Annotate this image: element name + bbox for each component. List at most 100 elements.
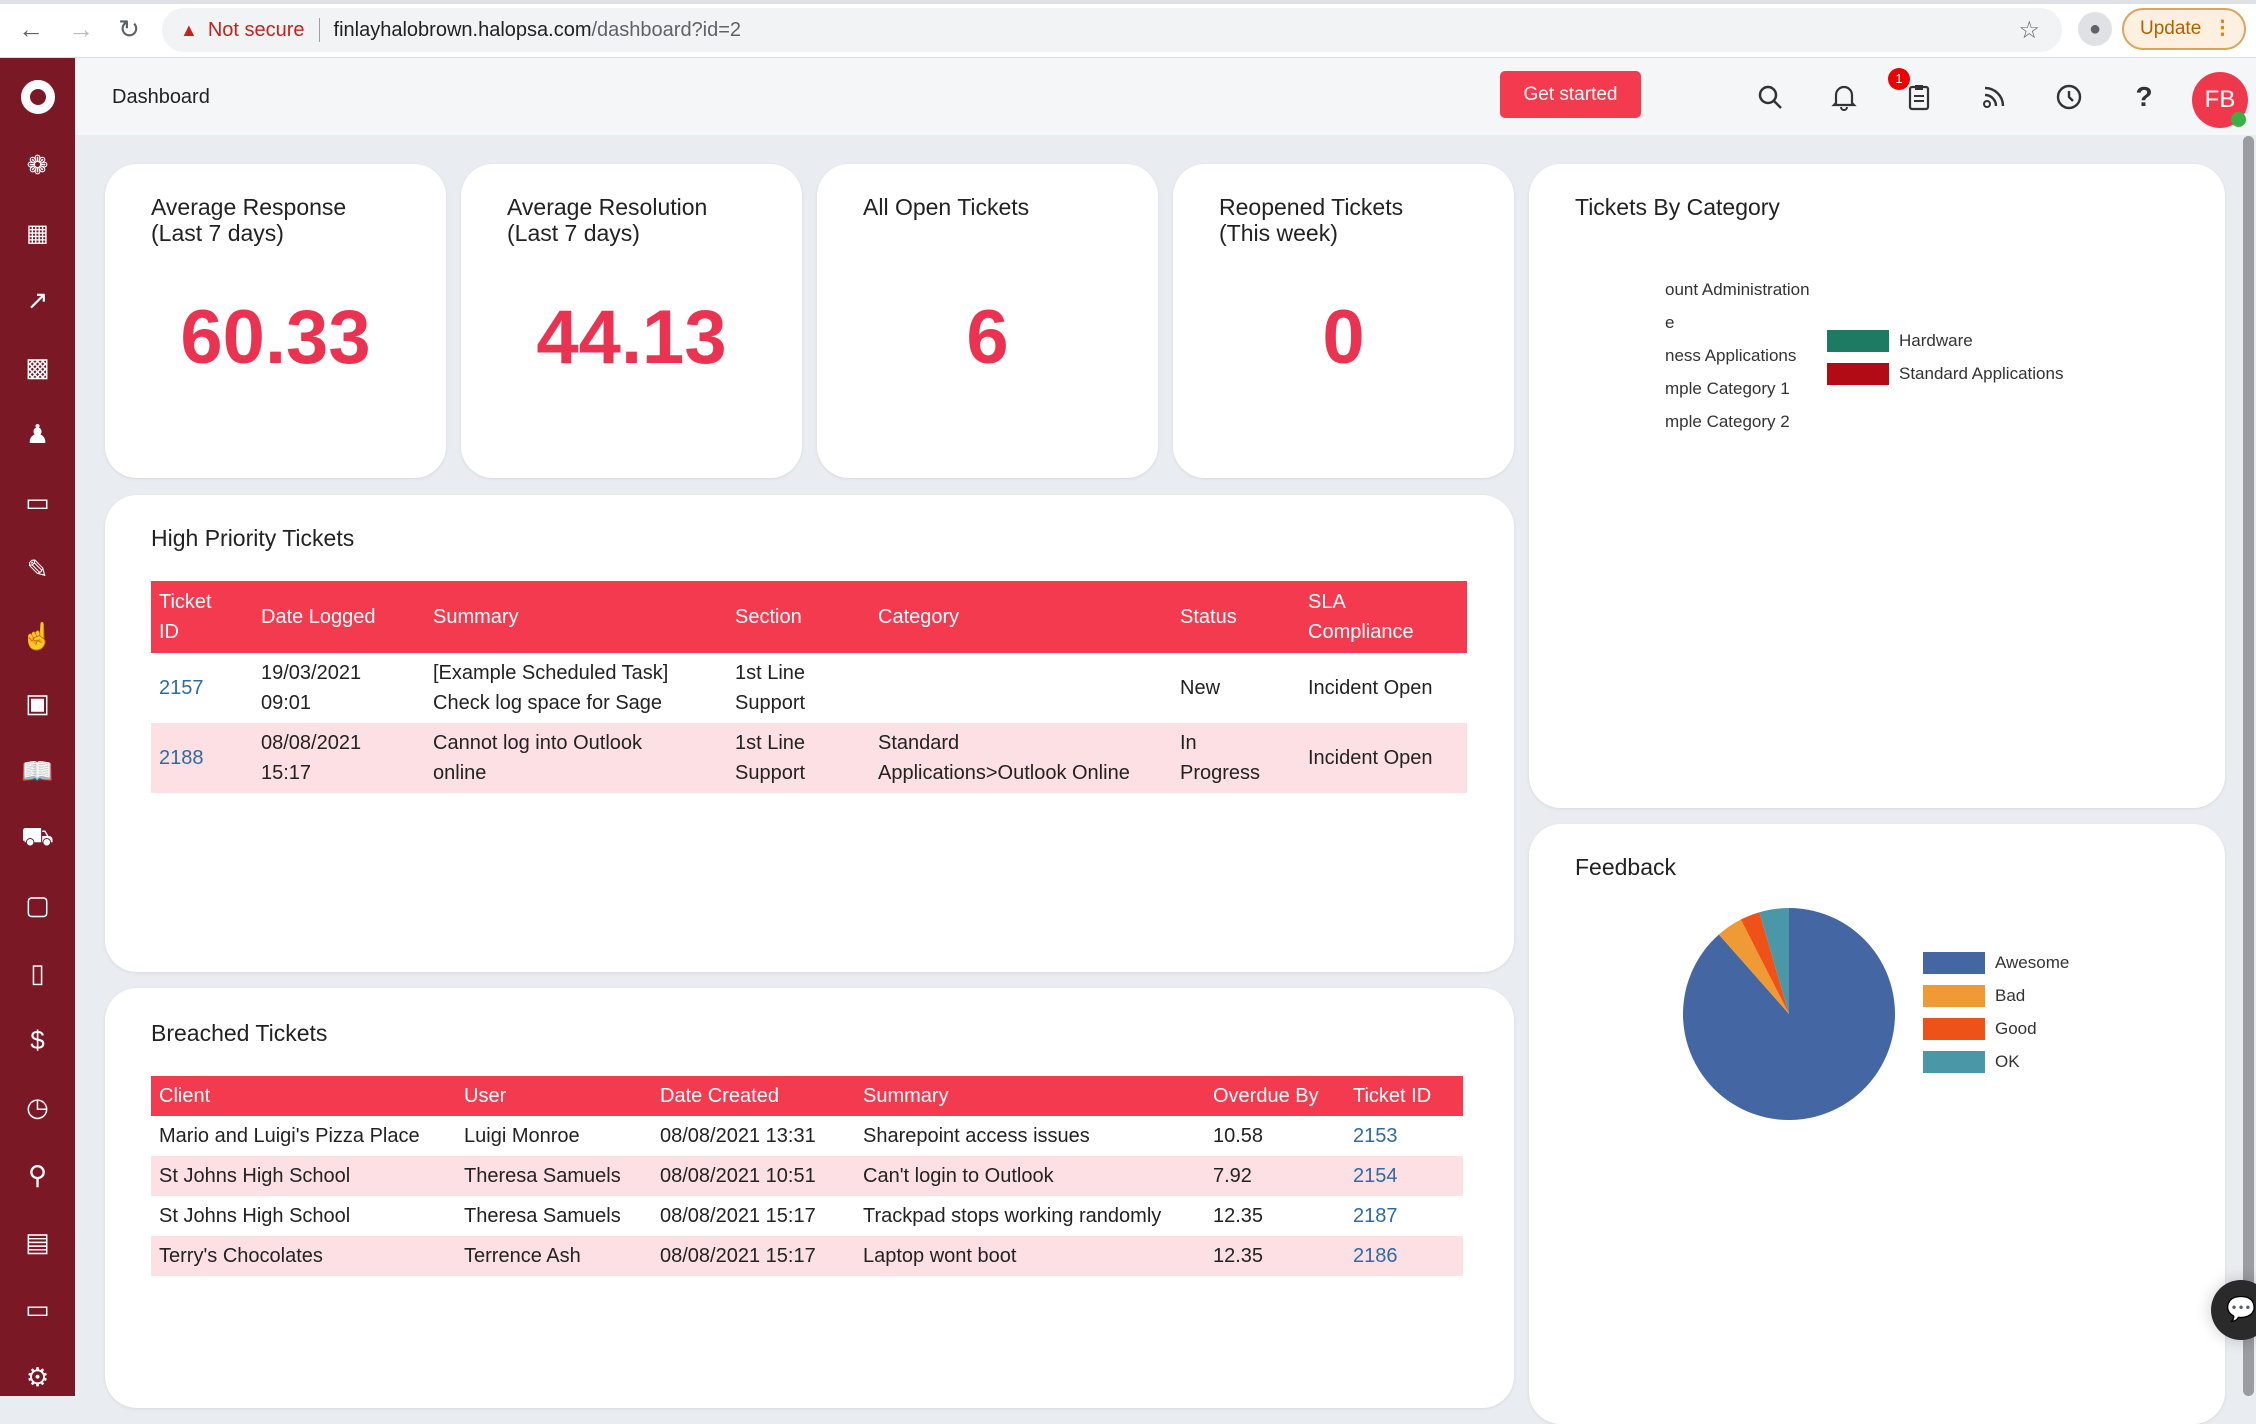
ticket-link[interactable]: 2157	[159, 677, 204, 699]
legend-swatch	[1923, 985, 1985, 1007]
sidebar-item-organisation[interactable]: ▦	[0, 208, 75, 258]
get-started-button[interactable]: Get started	[1500, 71, 1641, 118]
legend-label: Bad	[1995, 986, 2026, 1005]
stat-title-line1: All Open Tickets	[863, 194, 1030, 220]
legend-item-ok[interactable]: OK	[1923, 1051, 2020, 1073]
legend-label: Standard Applications	[1899, 364, 2064, 383]
thumbs-up-icon: ☝	[21, 620, 54, 651]
security-label: Not secure	[207, 18, 305, 41]
column-header[interactable]: SLA Compliance	[1300, 581, 1467, 653]
legend-item-bad[interactable]: Bad	[1923, 985, 2025, 1007]
cell-date: 08/08/2021 10:51	[652, 1156, 855, 1196]
laptop-icon: ▭	[25, 486, 50, 517]
column-header[interactable]: Section	[727, 581, 870, 653]
legend-item-standard-applications[interactable]: Standard Applications	[1827, 363, 2063, 385]
column-header[interactable]: Summary	[855, 1076, 1205, 1116]
legend-item-awesome[interactable]: Awesome	[1923, 952, 2069, 974]
scrollbar-thumb[interactable]	[2243, 136, 2254, 1396]
column-header[interactable]: Ticket ID	[1345, 1076, 1463, 1116]
stat-value[interactable]: 60.33	[105, 294, 446, 381]
sidebar-item-billing[interactable]: $	[0, 1015, 75, 1065]
table-row[interactable]: 2157 19/03/2021 09:01 [Example Scheduled …	[151, 653, 1467, 723]
table-row[interactable]: St Johns High School Theresa Samuels 08/08…	[151, 1156, 1463, 1196]
table-row[interactable]: 2188 08/08/2021 15:17 Cannot log into Out…	[151, 723, 1467, 793]
sidebar-item-boxes[interactable]: ▣	[0, 678, 75, 728]
column-header[interactable]: User	[456, 1076, 652, 1116]
sidebar-item-calendar[interactable]: ▩	[0, 342, 75, 392]
cell-summary: Cannot log into Outlook online	[425, 723, 727, 793]
bookmark-star-icon[interactable]: ☆	[2018, 16, 2040, 45]
column-header[interactable]: Ticket ID	[151, 581, 253, 653]
cell-date: 19/03/2021 09:01	[261, 662, 362, 714]
legend-swatch	[1923, 1051, 1985, 1073]
column-header[interactable]: Status	[1172, 581, 1300, 653]
cell-status: New	[1180, 677, 1221, 699]
legend-item-hardware[interactable]: Hardware	[1827, 330, 1973, 352]
sidebar-item-knowledge-base[interactable]: 📖	[0, 746, 75, 796]
table-row[interactable]: Terry's Chocolates Terrence Ash 08/08/2021…	[151, 1236, 1463, 1276]
cell-summary: Sharepoint access issues	[863, 1125, 1090, 1147]
column-header[interactable]: Date Created	[652, 1076, 855, 1116]
sidebar-item-items[interactable]: ▢	[0, 880, 75, 930]
back-icon[interactable]: ←	[16, 14, 46, 45]
reload-icon[interactable]: ↻	[114, 14, 144, 45]
sidebar-item-assets[interactable]: ▭	[0, 477, 75, 527]
sidebar-item-documents[interactable]: ▯	[0, 948, 75, 998]
page-title: Dashboard	[112, 86, 210, 108]
table-row[interactable]: St Johns High School Theresa Samuels 08/08…	[151, 1196, 1463, 1236]
stat-title-line2: (Last 7 days)	[151, 220, 284, 246]
bell-icon[interactable]	[1824, 77, 1864, 117]
legend-item-good[interactable]: Good	[1923, 1018, 2037, 1040]
search-icon[interactable]	[1750, 77, 1790, 117]
sidebar-item-notes[interactable]: ✎	[0, 544, 75, 594]
stat-value[interactable]: 44.13	[461, 294, 802, 381]
sidebar-item-users[interactable]: ♟	[0, 409, 75, 459]
stat-title-line2: (Last 7 days)	[507, 220, 640, 246]
boxes-icon: ▣	[25, 687, 50, 718]
page-scrollbar[interactable]	[2241, 136, 2256, 1396]
stat-value[interactable]: 6	[817, 294, 1158, 381]
cell-section: 1st Line Support	[727, 723, 870, 793]
sidebar-item-timesheets[interactable]: ◷	[0, 1082, 75, 1132]
column-header[interactable]: Overdue By	[1205, 1076, 1345, 1116]
axis-tick-label: ness Applications	[1665, 346, 1797, 365]
sidebar-item-suppliers[interactable]: ⛟	[0, 813, 75, 863]
axis-tick-label: mple Category 1	[1665, 379, 1790, 398]
forward-icon[interactable]: →	[66, 14, 96, 45]
cell-overdue: 12.35	[1205, 1236, 1345, 1276]
cell-user: Theresa Samuels	[456, 1156, 652, 1196]
ticket-link[interactable]: 2188	[159, 747, 204, 769]
sidebar-item-invoices[interactable]: ▤	[0, 1217, 75, 1267]
breached-tickets-card: Breached Tickets Client User Date Create…	[105, 988, 1514, 1408]
table-row[interactable]: Mario and Luigi's Pizza Place Luigi Monro…	[151, 1116, 1463, 1156]
stat-card-reopened-tickets: Reopened Tickets (This week) 0	[1173, 164, 1514, 478]
gears-icon: ⚙	[25, 1361, 50, 1392]
ticket-link[interactable]: 2154	[1353, 1165, 1398, 1187]
address-bar[interactable]: ▲ Not secure finlayhalobrown.halopsa.com…	[162, 8, 2062, 52]
sidebar-item-home[interactable]	[0, 72, 75, 122]
sidebar-item-feedback[interactable]: ☝	[0, 611, 75, 661]
box-icon: ▢	[25, 889, 50, 920]
halo-logo-icon	[20, 80, 55, 114]
sidebar-item-monitoring[interactable]: ▭	[0, 1284, 75, 1334]
column-header[interactable]: Category	[870, 581, 1172, 653]
sidebar-item-tickets[interactable]: ❁	[0, 140, 75, 190]
sidebar-item-reports[interactable]: ↗	[0, 275, 75, 325]
clock-icon[interactable]	[2049, 77, 2089, 117]
online-status-dot	[2231, 112, 2246, 127]
column-header[interactable]: Date Logged	[253, 581, 425, 653]
stat-card-average-response: Average Response (Last 7 days) 60.33	[105, 164, 446, 478]
url-text: finlayhalobrown.halopsa.com/dashboard?id…	[334, 19, 742, 42]
sidebar-item-configuration[interactable]: ⚙	[0, 1352, 75, 1402]
help-icon[interactable]: ?	[2124, 77, 2164, 117]
update-button[interactable]: Update ⋮	[2122, 8, 2246, 50]
stat-value[interactable]: 0	[1173, 294, 1514, 381]
column-header[interactable]: Client	[151, 1076, 456, 1116]
sidebar-item-search[interactable]: ⚲	[0, 1150, 75, 1200]
ticket-link[interactable]: 2153	[1353, 1125, 1398, 1147]
column-header[interactable]: Summary	[425, 581, 727, 653]
profile-icon[interactable]: ●	[2078, 12, 2112, 46]
ticket-link[interactable]: 2186	[1353, 1245, 1398, 1267]
rss-feed-icon[interactable]	[1974, 77, 2014, 117]
ticket-link[interactable]: 2187	[1353, 1205, 1398, 1227]
